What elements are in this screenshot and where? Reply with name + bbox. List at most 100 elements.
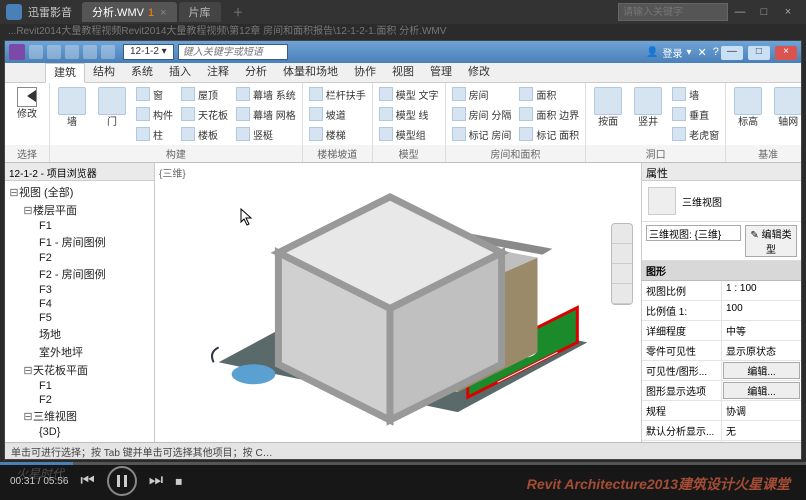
properties-title: 属性 bbox=[642, 163, 801, 181]
ribbon-tab-insert[interactable]: 插入 bbox=[161, 63, 199, 82]
tree-item[interactable]: F2 - 房间图例 bbox=[5, 265, 154, 283]
player-tab-add[interactable]: ＋ bbox=[223, 2, 254, 22]
opening-wall-button[interactable]: 墙 bbox=[670, 85, 721, 103]
close-icon[interactable]: × bbox=[160, 7, 166, 19]
next-button[interactable]: ⏭ bbox=[149, 472, 163, 490]
play-pause-button[interactable] bbox=[107, 466, 137, 496]
tree-item[interactable]: F2 bbox=[5, 393, 154, 407]
model-text-button[interactable]: 模型 文字 bbox=[377, 85, 441, 103]
rv-minimize-button[interactable]: — bbox=[721, 46, 743, 60]
curtain-system-button[interactable]: 幕墙 系统 bbox=[234, 85, 298, 103]
edit-type-button[interactable]: ✎ 编辑类型 bbox=[745, 225, 797, 257]
player-search-input[interactable] bbox=[618, 3, 728, 21]
level-button[interactable]: 标高 bbox=[730, 85, 766, 128]
property-value[interactable]: 编辑... bbox=[723, 362, 800, 379]
ribbon-tab-analyze[interactable]: 分析 bbox=[237, 63, 275, 82]
property-value[interactable]: 显示原状态 bbox=[722, 341, 801, 360]
rv-maximize-button[interactable]: □ bbox=[748, 46, 770, 60]
stair-button[interactable]: 楼梯 bbox=[307, 125, 368, 143]
railing-button[interactable]: 栏杆扶手 bbox=[307, 85, 368, 103]
model-group-button[interactable]: 模型组 bbox=[377, 125, 441, 143]
document-selector[interactable]: 12-1-2 ▾ bbox=[123, 44, 174, 60]
tree-item[interactable]: 室外地坪 bbox=[5, 343, 154, 361]
shaft-button[interactable]: 竖井 bbox=[630, 85, 666, 128]
area-button[interactable]: 面积 bbox=[517, 85, 581, 103]
curtain-grid-button[interactable]: 幕墙 网格 bbox=[234, 105, 298, 123]
ribbon-tab-structure[interactable]: 结构 bbox=[85, 63, 123, 82]
roof-button[interactable]: 屋顶 bbox=[179, 85, 230, 103]
component-button[interactable]: 构件 bbox=[134, 105, 175, 123]
room-sep-button[interactable]: 房间 分隔 bbox=[450, 105, 514, 123]
property-value[interactable]: 100 bbox=[722, 301, 801, 320]
property-value[interactable]: 无 bbox=[722, 421, 801, 440]
vertical-button[interactable]: 垂直 bbox=[670, 105, 721, 123]
revit-app-icon[interactable] bbox=[9, 44, 25, 60]
tree-item[interactable]: {3D} bbox=[5, 425, 154, 439]
floor-button[interactable]: 楼板 bbox=[179, 125, 230, 143]
browser-tree[interactable]: ⊟视图 (全部) ⊟楼层平面 F1 F1 - 房间图例 F2 F2 - 房间图例… bbox=[5, 181, 154, 442]
tree-group-ceilingplans[interactable]: ⊟天花板平面 bbox=[5, 361, 154, 379]
qat-open-icon[interactable] bbox=[29, 45, 43, 59]
area-icon bbox=[519, 87, 533, 101]
ribbon-tab-architecture[interactable]: 建筑 bbox=[45, 63, 85, 83]
tree-root[interactable]: ⊟视图 (全部) bbox=[5, 183, 154, 201]
property-value[interactable]: 协调 bbox=[722, 401, 801, 420]
door-button[interactable]: 门 bbox=[94, 85, 130, 128]
ribbon-tab-systems[interactable]: 系统 bbox=[123, 63, 161, 82]
wall-button[interactable]: 墙 bbox=[54, 85, 90, 128]
tag-area-button[interactable]: 标记 面积 bbox=[517, 125, 581, 143]
drawing-canvas[interactable]: {三维} bbox=[155, 163, 641, 442]
ribbon-tab-modify[interactable]: 修改 bbox=[460, 63, 498, 82]
stop-button[interactable]: ⏹ bbox=[175, 473, 182, 490]
progress-bar[interactable] bbox=[0, 462, 806, 465]
tree-item[interactable]: F1 bbox=[5, 379, 154, 393]
tree-item[interactable]: F1 bbox=[5, 219, 154, 233]
ribbon-tab-view[interactable]: 视图 bbox=[384, 63, 422, 82]
qat-print-icon[interactable] bbox=[101, 45, 115, 59]
player-tab-library[interactable]: 片库 bbox=[179, 2, 221, 22]
qat-undo-icon[interactable] bbox=[65, 45, 79, 59]
window-button[interactable]: 窗 bbox=[134, 85, 175, 103]
panel-title-datum: 基准 bbox=[726, 145, 801, 162]
property-value[interactable]: 1 : 100 bbox=[722, 281, 801, 300]
model-line-button[interactable]: 模型 线 bbox=[377, 105, 441, 123]
grid-button[interactable]: 轴网 bbox=[770, 85, 801, 128]
modify-button[interactable]: 修改 bbox=[9, 85, 45, 120]
prev-button[interactable]: ⏮ bbox=[80, 472, 94, 490]
opening-byface-button[interactable]: 按面 bbox=[590, 85, 626, 128]
ramp-button[interactable]: 坡道 bbox=[307, 105, 368, 123]
user-login[interactable]: 👤 登录 ▾ bbox=[646, 45, 691, 60]
player-tab-video[interactable]: 分析.WMV1× bbox=[82, 2, 177, 22]
room-button[interactable]: 房间 bbox=[450, 85, 514, 103]
ribbon: 修改 选择 墙 门 窗 构件 柱 屋顶 天花板 楼板 幕墙 bbox=[5, 83, 801, 163]
help-search-input[interactable] bbox=[178, 44, 288, 60]
tree-item[interactable]: F3 bbox=[5, 283, 154, 297]
tag-room-button[interactable]: 标记 房间 bbox=[450, 125, 514, 143]
close-icon[interactable]: × bbox=[776, 6, 800, 18]
property-value[interactable]: 编辑... bbox=[723, 382, 800, 399]
column-button[interactable]: 柱 bbox=[134, 125, 175, 143]
tree-item[interactable]: F5 bbox=[5, 311, 154, 325]
rv-close-button[interactable]: × bbox=[775, 46, 797, 60]
minimize-icon[interactable]: — bbox=[728, 6, 752, 18]
ribbon-tab-collab[interactable]: 协作 bbox=[346, 63, 384, 82]
property-value[interactable]: 中等 bbox=[722, 321, 801, 340]
qat-save-icon[interactable] bbox=[47, 45, 61, 59]
tree-item[interactable]: F1 - 房间图例 bbox=[5, 233, 154, 251]
qat-redo-icon[interactable] bbox=[83, 45, 97, 59]
dormer-button[interactable]: 老虎窗 bbox=[670, 125, 721, 143]
ribbon-tab-massing[interactable]: 体量和场地 bbox=[275, 63, 346, 82]
tree-item[interactable]: 场地 bbox=[5, 325, 154, 343]
ceiling-button[interactable]: 天花板 bbox=[179, 105, 230, 123]
tree-group-3dviews[interactable]: ⊟三维视图 bbox=[5, 407, 154, 425]
tree-group-floorplans[interactable]: ⊟楼层平面 bbox=[5, 201, 154, 219]
ribbon-tab-annotate[interactable]: 注释 bbox=[199, 63, 237, 82]
tree-item[interactable]: F4 bbox=[5, 297, 154, 311]
ribbon-tab-manage[interactable]: 管理 bbox=[422, 63, 460, 82]
maximize-icon[interactable]: □ bbox=[752, 6, 776, 18]
mullion-button[interactable]: 竖梃 bbox=[234, 125, 298, 143]
tree-item[interactable]: F2 bbox=[5, 251, 154, 265]
model-line-icon bbox=[379, 107, 393, 121]
area-boundary-button[interactable]: 面积 边界 bbox=[517, 105, 581, 123]
exchange-icon[interactable]: ✕ bbox=[698, 46, 707, 59]
